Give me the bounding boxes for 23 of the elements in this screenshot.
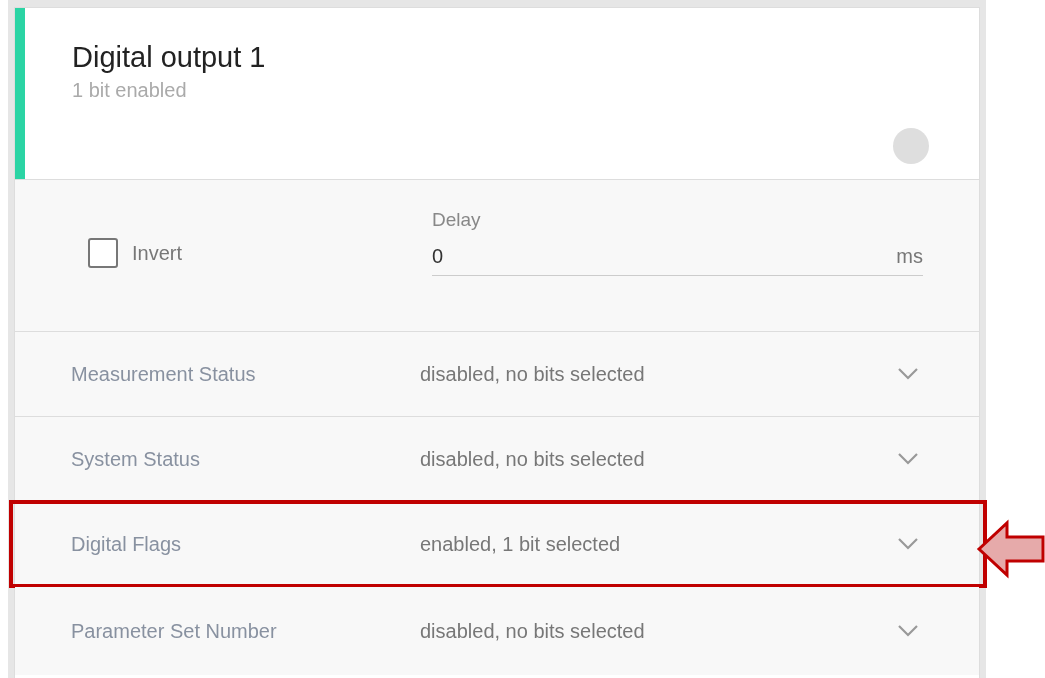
arrow-icon (975, 519, 1045, 579)
unit-label: ms (896, 243, 923, 269)
row-value: enabled, 1 bit selected (420, 532, 622, 557)
chevron-icon[interactable] (897, 367, 919, 381)
invert-checkbox[interactable] (88, 238, 118, 268)
row-label: Digital Flags (71, 532, 183, 557)
row-value: disabled, no bits selected (420, 447, 646, 472)
row-label: Measurement Status (71, 362, 257, 387)
card-subtitle: 1 bit enabled (72, 77, 188, 103)
row-value: disabled, no bits selected (420, 362, 646, 387)
expandable-row[interactable]: System Status disabled, no bits selected (15, 417, 979, 502)
chevron-icon[interactable] (897, 624, 919, 638)
field-label: Delay (432, 208, 482, 232)
delay-input[interactable]: 0 (432, 240, 897, 271)
chevron-icon[interactable] (897, 537, 919, 551)
row-label: System Status (71, 447, 201, 472)
row-value: disabled, no bits selected (420, 619, 646, 644)
expandable-row[interactable]: Parameter Set Number disabled, no bits selected (15, 587, 979, 675)
card-title: Digital output 1 (72, 40, 267, 75)
expandable-row[interactable]: Measurement Status disabled, no bits selected (15, 332, 979, 417)
row-label: Parameter Set Number (71, 619, 278, 644)
checkbox-label: Invert (132, 241, 183, 266)
chevron-icon[interactable] (897, 452, 919, 466)
